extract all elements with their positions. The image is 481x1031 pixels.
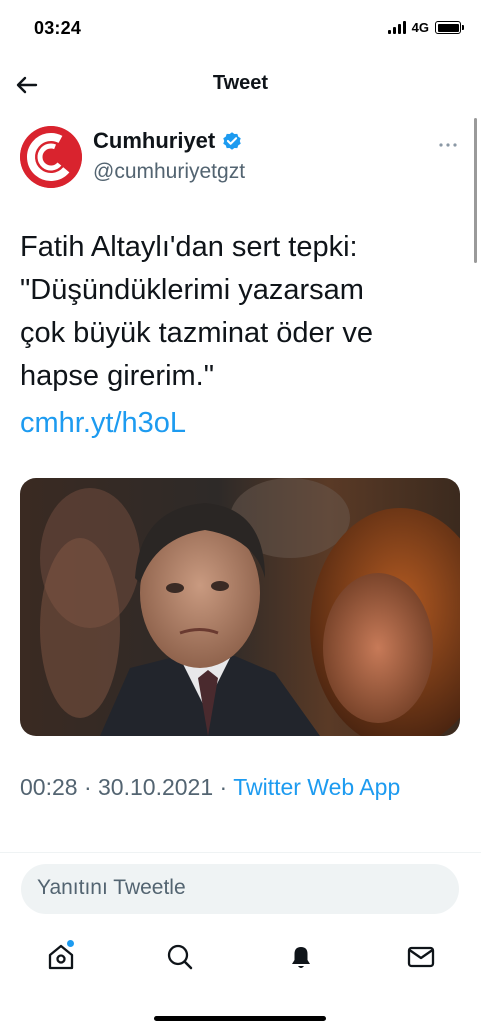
more-button[interactable] [438,132,458,153]
tweet-link[interactable]: cmhr.yt/h3oL [20,402,186,445]
status-time: 03:24 [34,18,82,38]
tab-notifications[interactable] [284,940,318,974]
scrollbar[interactable] [474,118,477,263]
tweet-source-link[interactable]: Twitter Web App [233,774,400,800]
photo-of-man-in-suit [20,478,460,736]
tweet-meta: 00:28 · 30.10.2021 · Twitter Web App [20,770,460,805]
tweet-text: Fatih Altaylı'dan sert tepki: "Düşündükl… [20,231,374,392]
new-content-dot [67,940,74,947]
reply-input[interactable]: Yanıtını Tweetle [21,864,459,914]
tab-search[interactable] [163,940,197,974]
author-handle[interactable]: @cumhuriyetgzt [93,160,245,184]
author-name[interactable]: Cumhuriyet [93,128,215,154]
network-type: 4G [411,20,429,35]
divider [0,852,481,853]
page-title: Tweet [212,72,269,94]
author-name-row: Cumhuriyet [93,128,243,154]
battery-icon [435,21,464,34]
tweet-time: 00:28 [20,774,78,800]
tweet-author: Cumhuriyet @cumhuriyetgzt [20,126,460,192]
avatar[interactable] [20,126,82,188]
messages-envelope-icon [407,946,435,968]
header: Tweet [0,62,481,108]
status-indicators: 4G [387,20,464,35]
signal-strength-icon [387,21,406,34]
cumhuriyet-logo-icon [20,126,82,188]
more-horizontal-icon [439,143,457,147]
bottom-tab-bar [0,930,481,986]
tweet-date: 30.10.2021 [98,774,214,800]
status-bar: 03:24 4G [0,0,481,60]
search-icon [167,944,193,970]
home-indicator[interactable] [154,1016,326,1021]
verified-badge-icon [223,132,241,150]
reply-placeholder: Yanıtını Tweetle [37,876,186,899]
notifications-bell-icon [292,947,310,968]
meta-separator: · [83,774,92,800]
tab-home[interactable] [44,940,78,974]
tweet-photo[interactable] [20,478,460,736]
tab-messages[interactable] [404,940,438,974]
meta-separator: · [219,774,228,800]
